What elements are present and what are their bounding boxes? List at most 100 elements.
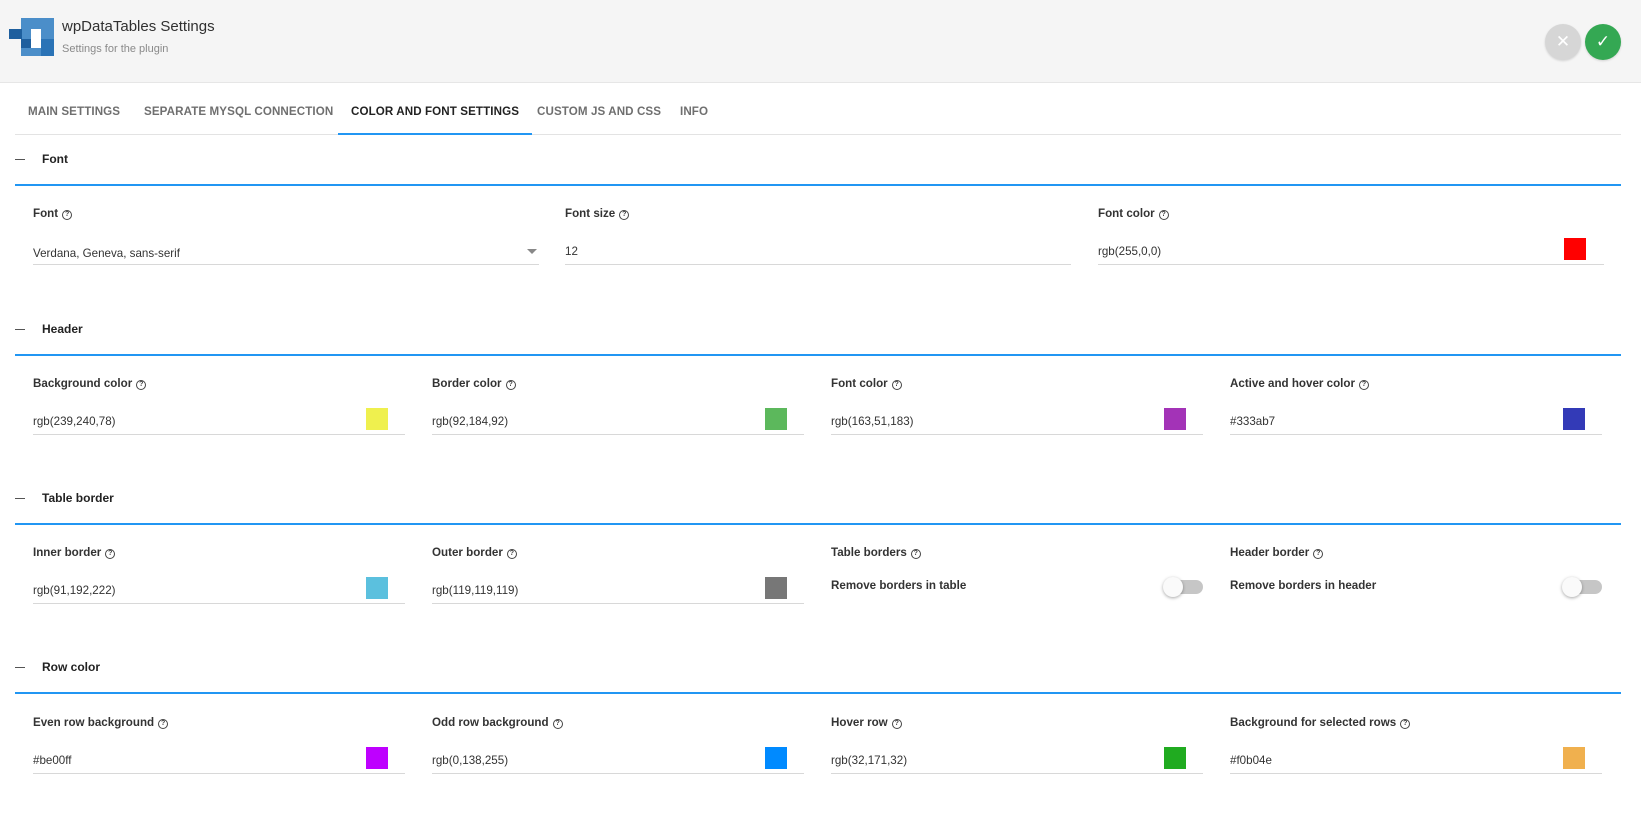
color-input[interactable]: rgb(163,51,183)	[831, 405, 1203, 435]
even-row-background-field: Even row background? #be00ff	[33, 716, 405, 778]
remove-borders-table-row: Remove borders in table	[831, 577, 1203, 598]
toggle-label: Remove borders in header	[1230, 579, 1377, 592]
field-label: Outer border	[432, 546, 503, 559]
check-icon: ✓	[1595, 32, 1611, 51]
help-icon[interactable]: ?	[62, 210, 73, 220]
outer-border-field: Outer border? rgb(119,119,119)	[432, 546, 804, 608]
collapse-icon[interactable]	[15, 667, 25, 668]
color-swatch[interactable]	[366, 408, 388, 430]
color-swatch[interactable]	[366, 747, 388, 769]
tab-main-settings[interactable]: MAIN SETTINGS	[15, 89, 133, 135]
field-label: Odd row background	[432, 716, 549, 729]
color-swatch[interactable]	[1563, 747, 1585, 769]
header-background-color-field: Background color? rgb(239,240,78)	[33, 377, 405, 439]
font-size-field: Font size? 12	[565, 207, 1071, 269]
color-swatch[interactable]	[765, 577, 787, 599]
font-size-input[interactable]: 12	[565, 235, 1071, 265]
header-border-field: Header border? Remove borders in header	[1230, 546, 1602, 608]
color-value: rgb(91,192,222)	[33, 584, 116, 597]
remove-borders-table-toggle[interactable]	[1163, 577, 1203, 597]
toggle-label: Remove borders in table	[831, 579, 967, 592]
collapse-icon[interactable]	[15, 498, 25, 499]
field-label: Font color	[831, 377, 888, 390]
save-button[interactable]: ✓	[1585, 24, 1621, 60]
section-header[interactable]: Header	[15, 321, 1621, 356]
help-icon[interactable]: ?	[105, 549, 116, 559]
collapse-icon[interactable]	[15, 159, 25, 160]
toggle-knob	[1163, 577, 1183, 597]
section-row-color[interactable]: Row color	[15, 659, 1621, 694]
field-label: Inner border	[33, 546, 102, 559]
field-label: Table borders	[831, 546, 907, 559]
help-icon[interactable]: ?	[505, 380, 516, 390]
header-font-color-field: Font color? rgb(163,51,183)	[831, 377, 1203, 439]
color-swatch[interactable]	[1563, 408, 1585, 430]
color-input[interactable]: rgb(32,171,32)	[831, 744, 1203, 774]
inner-border-field: Inner border? rgb(91,192,222)	[33, 546, 405, 608]
help-icon[interactable]: ?	[136, 380, 147, 390]
field-label: Hover row	[831, 716, 888, 729]
color-value: #333ab7	[1230, 415, 1276, 428]
field-label: Even row background	[33, 716, 155, 729]
color-input[interactable]: rgb(239,240,78)	[33, 405, 405, 435]
color-input[interactable]: #333ab7	[1230, 405, 1602, 435]
help-icon[interactable]: ?	[891, 380, 902, 390]
help-icon[interactable]: ?	[891, 719, 902, 729]
color-value: rgb(119,119,119)	[432, 584, 519, 597]
color-value: rgb(32,171,32)	[831, 754, 908, 767]
remove-borders-header-row: Remove borders in header	[1230, 577, 1602, 598]
color-swatch[interactable]	[765, 408, 787, 430]
tab-info[interactable]: INFO	[667, 89, 721, 135]
table-borders-field: Table borders? Remove borders in table	[831, 546, 1203, 608]
field-label: Header border	[1230, 546, 1310, 559]
field-label: Border color	[432, 377, 502, 390]
color-swatch[interactable]	[366, 577, 388, 599]
color-input[interactable]: rgb(91,192,222)	[33, 574, 405, 604]
font-color-input[interactable]: rgb(255,0,0)	[1098, 235, 1604, 265]
tab-custom-js-and-css[interactable]: CUSTOM JS AND CSS	[524, 89, 674, 135]
section-font[interactable]: Font	[15, 151, 1621, 186]
color-swatch[interactable]	[1564, 238, 1586, 260]
color-value: rgb(92,184,92)	[432, 415, 509, 428]
collapse-icon[interactable]	[15, 329, 25, 330]
close-button[interactable]: ✕	[1545, 24, 1581, 60]
help-icon[interactable]: ?	[619, 210, 630, 220]
font-select[interactable]: Verdana, Geneva, sans-serif	[33, 235, 539, 265]
color-swatch[interactable]	[765, 747, 787, 769]
color-input[interactable]: #be00ff	[33, 744, 405, 774]
help-icon[interactable]: ?	[1158, 210, 1169, 220]
section-table-border[interactable]: Table border	[15, 490, 1621, 525]
font-color-field: Font color? rgb(255,0,0)	[1098, 207, 1604, 269]
page-title: wpDataTables Settings	[62, 18, 215, 35]
color-swatch[interactable]	[1164, 747, 1186, 769]
field-label: Font color	[1098, 207, 1155, 220]
settings-tabs: MAIN SETTINGS SEPARATE MYSQL CONNECTION …	[15, 89, 1621, 135]
field-label: Background for selected rows	[1230, 716, 1397, 729]
help-icon[interactable]: ?	[158, 719, 169, 729]
help-icon[interactable]: ?	[506, 549, 517, 559]
selected-rows-background-field: Background for selected rows? #f0b04e	[1230, 716, 1602, 778]
color-value: rgb(0,138,255)	[432, 754, 509, 767]
color-input[interactable]: #f0b04e	[1230, 744, 1602, 774]
chevron-down-icon	[527, 249, 537, 254]
color-value: #f0b04e	[1230, 754, 1272, 767]
font-color-value: rgb(255,0,0)	[1098, 245, 1162, 258]
header-border-color-field: Border color? rgb(92,184,92)	[432, 377, 804, 439]
field-label: Active and hover color	[1230, 377, 1355, 390]
help-icon[interactable]: ?	[910, 549, 921, 559]
help-icon[interactable]: ?	[1400, 719, 1411, 729]
color-swatch[interactable]	[1164, 408, 1186, 430]
section-title: Row color	[42, 660, 101, 674]
tab-color-and-font-settings[interactable]: COLOR AND FONT SETTINGS	[338, 89, 533, 135]
wpdatatables-logo	[9, 18, 54, 56]
color-input[interactable]: rgb(92,184,92)	[432, 405, 804, 435]
color-input[interactable]: rgb(119,119,119)	[432, 574, 804, 604]
help-icon[interactable]: ?	[1313, 549, 1324, 559]
color-input[interactable]: rgb(0,138,255)	[432, 744, 804, 774]
remove-borders-header-toggle[interactable]	[1562, 577, 1602, 597]
font-select-value: Verdana, Geneva, sans-serif	[33, 247, 180, 260]
tab-separate-mysql-connection[interactable]: SEPARATE MYSQL CONNECTION	[131, 89, 346, 135]
help-icon[interactable]: ?	[552, 719, 563, 729]
help-icon[interactable]: ?	[1359, 380, 1369, 390]
font-size-value: 12	[565, 245, 578, 258]
